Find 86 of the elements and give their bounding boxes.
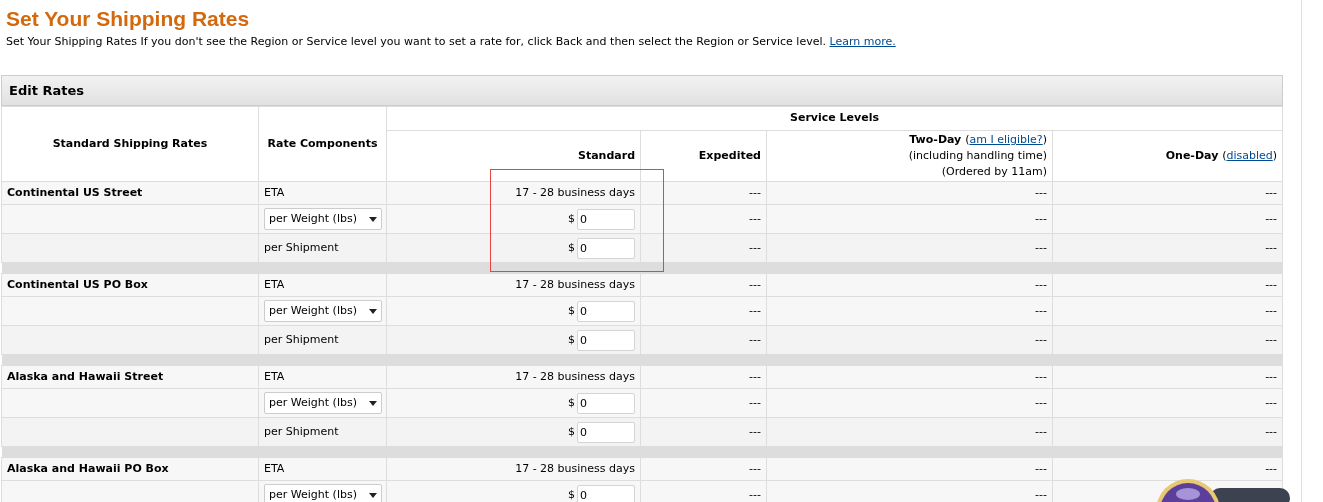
empty-rate: --- xyxy=(1265,424,1278,438)
caret-icon xyxy=(369,308,377,314)
component-dropdown[interactable]: per Weight (lbs) xyxy=(264,208,382,230)
component-dropdown[interactable]: per Weight (lbs) xyxy=(264,300,382,322)
column-header: Service Levels xyxy=(790,111,879,125)
column-header: Standard Shipping Rates xyxy=(52,136,208,150)
empty-rate: --- xyxy=(1265,240,1278,254)
region-name: Continental US PO Box xyxy=(7,277,148,291)
empty-rate: --- xyxy=(1035,240,1047,254)
empty-rate: --- xyxy=(749,303,761,317)
currency-symbol: $ xyxy=(568,210,575,227)
region-name: Alaska and Hawaii PO Box xyxy=(7,461,169,475)
column-header: Two-Day xyxy=(909,133,962,146)
currency-symbol: $ xyxy=(568,331,575,348)
empty-rate: --- xyxy=(1035,303,1047,317)
empty-rate: --- xyxy=(1035,211,1047,225)
component-label: ETA xyxy=(264,461,285,475)
orb-icon xyxy=(1155,478,1290,502)
empty-rate: --- xyxy=(749,240,761,254)
eligibility-link[interactable]: am I eligible? xyxy=(969,133,1043,146)
disabled-link-note: (disabled) xyxy=(1222,148,1278,162)
region-name: Alaska and Hawaii Street xyxy=(7,369,164,383)
empty-rate: --- xyxy=(749,332,761,346)
rate-field[interactable]: 0 xyxy=(577,329,635,351)
page-title: Set Your Shipping Rates xyxy=(5,6,250,32)
eta-text: 17 - 28 business days xyxy=(515,277,635,291)
column-note: (Ordered by 11am) xyxy=(941,164,1047,180)
empty-rate: --- xyxy=(1035,424,1047,438)
empty-rate: --- xyxy=(1265,461,1278,475)
eta-text: 17 - 28 business days xyxy=(515,369,635,383)
empty-rate: --- xyxy=(1265,211,1278,225)
empty-rate: --- xyxy=(749,424,761,438)
rate-field[interactable]: 0 xyxy=(577,421,635,443)
caret-icon xyxy=(369,400,377,406)
empty-rate: --- xyxy=(1035,395,1047,409)
component-dropdown[interactable]: per Weight (lbs) xyxy=(264,392,382,414)
empty-rate: --- xyxy=(1265,185,1278,199)
empty-rate: --- xyxy=(749,461,761,475)
column-header: Expedited xyxy=(698,148,761,162)
rate-field[interactable]: 0 xyxy=(577,392,635,414)
empty-rate: --- xyxy=(1265,395,1278,409)
empty-rate: --- xyxy=(749,185,761,199)
currency-symbol: $ xyxy=(568,394,575,411)
empty-rate: --- xyxy=(749,395,761,409)
empty-rate: --- xyxy=(749,487,761,501)
learn-more-link[interactable]: Learn more. xyxy=(829,35,896,48)
eligibility-link-note: (am I eligible?) xyxy=(965,133,1047,146)
empty-rate: --- xyxy=(1035,461,1047,475)
empty-rate: --- xyxy=(749,369,761,383)
empty-rate: --- xyxy=(1035,185,1047,199)
column-header: Rate Components xyxy=(267,136,378,150)
empty-rate: --- xyxy=(1265,332,1278,346)
rate-field[interactable]: 0 xyxy=(577,300,635,322)
currency-symbol: $ xyxy=(568,239,575,256)
column-header: Standard xyxy=(577,148,635,162)
region-name: Continental US Street xyxy=(7,185,143,199)
currency-symbol: $ xyxy=(568,486,575,502)
eta-text: 17 - 28 business days xyxy=(515,185,635,199)
empty-rate: --- xyxy=(1265,303,1278,317)
empty-rate: --- xyxy=(1265,277,1278,291)
empty-rate: --- xyxy=(1035,332,1047,346)
empty-rate: --- xyxy=(1265,369,1278,383)
empty-rate: --- xyxy=(1035,277,1047,291)
component-label: per Shipment xyxy=(264,240,339,254)
eta-text: 17 - 28 business days xyxy=(515,461,635,475)
description-text: Set Your Shipping Rates If you don't see the Region or Service level you want to set a rate for, click Back and then select the Region or Service level. Learn more. xyxy=(5,34,896,49)
component-dropdown[interactable]: per Weight (lbs) xyxy=(264,484,382,502)
rate-field[interactable]: 0 xyxy=(577,237,635,259)
caret-icon xyxy=(369,216,377,222)
panel-title: Edit Rates xyxy=(9,81,84,100)
empty-rate: --- xyxy=(1035,487,1047,501)
column-header: One-Day xyxy=(1165,148,1219,162)
column-note: (including handling time) xyxy=(908,148,1047,164)
component-label: ETA xyxy=(264,277,285,291)
empty-rate: --- xyxy=(749,277,761,291)
rate-field[interactable]: 0 xyxy=(577,484,635,502)
empty-rate: --- xyxy=(1035,369,1047,383)
component-label: per Shipment xyxy=(264,332,339,346)
empty-rate: --- xyxy=(749,211,761,225)
caret-icon xyxy=(369,492,377,498)
currency-symbol: $ xyxy=(568,302,575,319)
component-label: ETA xyxy=(264,369,285,383)
rate-field[interactable]: 0 xyxy=(577,208,635,230)
component-label: ETA xyxy=(264,185,285,199)
component-label: per Shipment xyxy=(264,424,339,438)
currency-symbol: $ xyxy=(568,423,575,440)
